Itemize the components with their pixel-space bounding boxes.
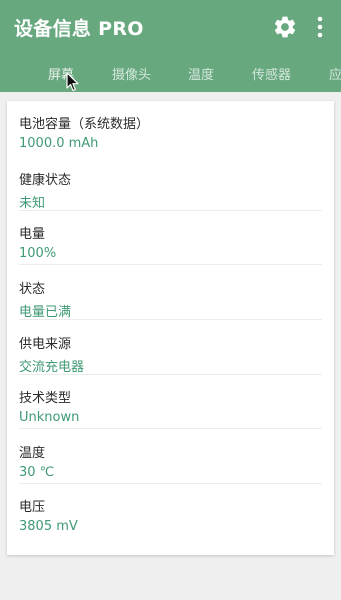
info-value: 1000.0 mAh	[19, 136, 99, 151]
info-label: 供电来源	[19, 337, 72, 352]
info-label: 电量	[19, 227, 46, 242]
info-row-health: 健康状态 未知	[7, 157, 334, 211]
tab-temperature[interactable]: 温度	[188, 64, 214, 83]
tab-camera[interactable]: 摄像头	[112, 64, 151, 83]
info-value: 电量已满	[19, 305, 72, 320]
info-label: 健康状态	[19, 173, 72, 188]
info-value: 交流充电器	[19, 360, 85, 375]
info-label: 电压	[19, 500, 46, 515]
info-value: 未知	[19, 196, 46, 211]
info-row-level: 电量 100%	[7, 211, 334, 265]
app-bar: 设备信息 PRO 屏幕 摄像头 温度 传感器 应	[0, 0, 341, 92]
info-label: 温度	[19, 446, 46, 461]
info-row-status: 状态 电量已满	[7, 266, 334, 320]
divider	[19, 319, 322, 320]
info-value: 100%	[19, 246, 57, 261]
mouse-cursor-icon	[66, 72, 80, 92]
info-label: 状态	[19, 282, 46, 297]
battery-info-card: 电池容量（系统数据） 1000.0 mAh 健康状态 未知 电量 100% 状态…	[7, 101, 334, 555]
divider	[19, 264, 322, 265]
info-row-capacity: 电池容量（系统数据） 1000.0 mAh	[7, 101, 334, 155]
info-label: 技术类型	[19, 391, 72, 406]
info-value: Unknown	[19, 410, 80, 425]
tab-sensors[interactable]: 传感器	[252, 64, 291, 83]
title-bar: 设备信息 PRO	[0, 0, 341, 56]
divider	[19, 428, 322, 429]
info-row-temperature: 温度 30 ℃	[7, 430, 334, 484]
info-label: 电池容量（系统数据）	[19, 117, 150, 132]
info-row-power-source: 供电来源 交流充电器	[7, 321, 334, 375]
info-value: 3805 mV	[19, 519, 78, 534]
tab-bar: 屏幕 摄像头 温度 传感器 应	[0, 56, 341, 92]
info-row-technology: 技术类型 Unknown	[7, 375, 334, 429]
more-vert-icon[interactable]	[316, 15, 324, 39]
tab-apps[interactable]: 应	[329, 64, 341, 83]
app-title: 设备信息 PRO	[14, 18, 144, 40]
info-row-voltage: 电压 3805 mV	[7, 484, 334, 538]
info-value: 30 ℃	[19, 465, 55, 480]
gear-icon[interactable]	[272, 14, 298, 40]
